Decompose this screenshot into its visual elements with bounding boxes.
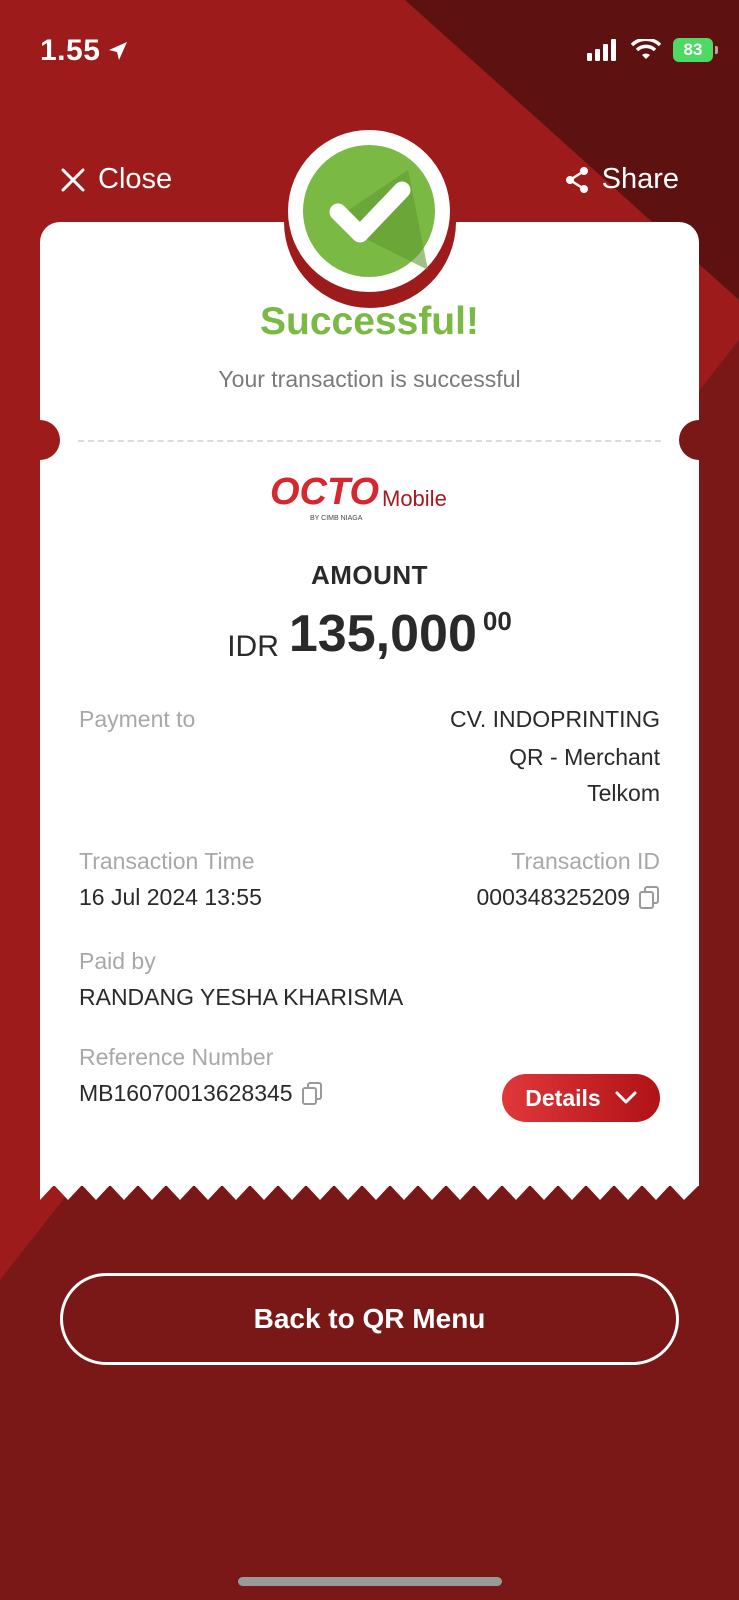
paid-by-value: RANDANG YESHA KHARISMA: [79, 984, 404, 1010]
home-indicator: [238, 1577, 502, 1586]
chevron-down-icon: [615, 1091, 637, 1104]
success-check-icon: [288, 130, 450, 292]
payment-to-label: Payment to: [79, 706, 196, 732]
copy-transaction-id-icon[interactable]: [638, 885, 660, 910]
amount-decimals: 00: [482, 606, 512, 636]
copy-reference-icon[interactable]: [301, 1081, 323, 1106]
amount-currency: IDR: [227, 630, 279, 663]
success-title: Successful!: [260, 300, 479, 343]
back-to-qr-menu-label: Back to QR Menu: [253, 1303, 486, 1334]
reference-number-row: MB16070013628345: [79, 1080, 323, 1107]
amount-display: IDR 135,000 00: [40, 604, 699, 664]
payment-to-line3: Telkom: [587, 780, 660, 806]
details-button[interactable]: Details: [502, 1074, 660, 1122]
reference-number-value: MB16070013628345: [79, 1080, 293, 1106]
payment-to-line1: CV. INDOPRINTING: [449, 706, 660, 732]
payment-to-line2: QR - Merchant: [509, 744, 660, 770]
transaction-id-label: Transaction ID: [511, 848, 660, 874]
back-to-qr-menu-button[interactable]: Back to QR Menu: [60, 1273, 679, 1365]
transaction-id-row: 000348325209: [477, 884, 661, 911]
amount-value: 135,000: [288, 605, 477, 663]
transaction-time-value: 16 Jul 2024 13:55: [79, 884, 262, 910]
dashed-divider: [78, 440, 661, 442]
paid-by-label: Paid by: [79, 948, 156, 974]
transaction-time-label: Transaction Time: [79, 848, 255, 874]
reference-number-label: Reference Number: [79, 1044, 274, 1070]
success-subtitle: Your transaction is successful: [218, 366, 521, 392]
octo-mobile-logo: OCTO Mobile BY CIMB NIAGA: [270, 471, 447, 522]
svg-text:BY CIMB NIAGA: BY CIMB NIAGA: [310, 515, 363, 522]
svg-text:Mobile: Mobile: [382, 486, 447, 511]
transaction-id-value: 000348325209: [476, 884, 631, 910]
details-label: Details: [525, 1084, 601, 1111]
amount-label: AMOUNT: [310, 560, 429, 590]
svg-text:OCTO: OCTO: [270, 471, 379, 513]
